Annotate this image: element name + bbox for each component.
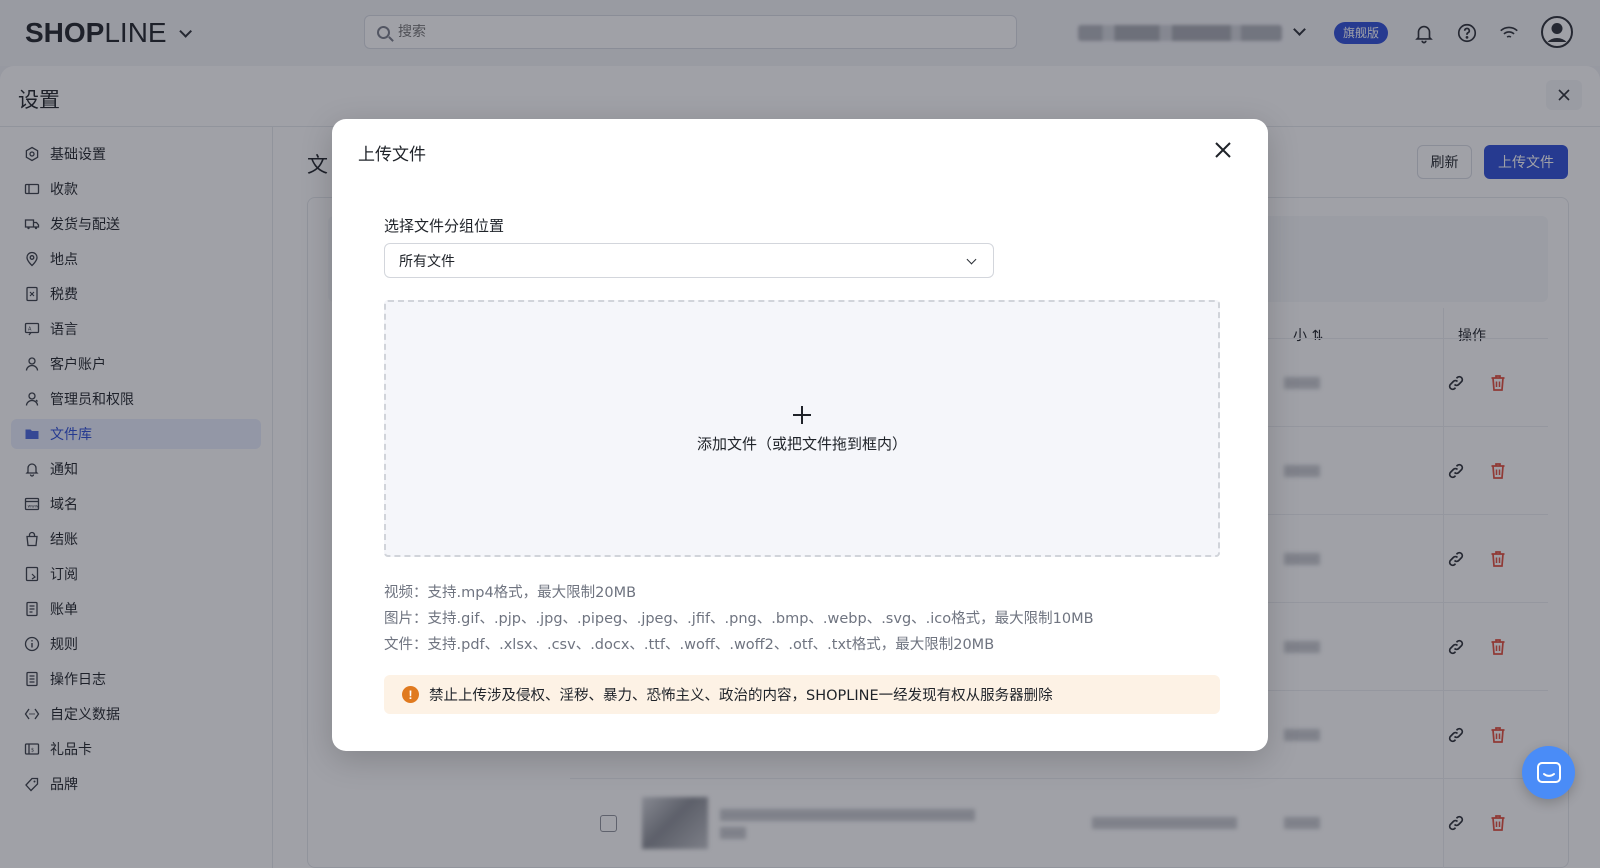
group-location-select[interactable]: 所有文件 [384, 243, 994, 278]
close-icon[interactable] [1212, 139, 1234, 161]
chat-icon [1536, 761, 1561, 783]
hint-image: 图片：支持.gif、.pjp、.jpg、.pipeg、.jpeg、.jfif、.… [384, 611, 1094, 627]
dropzone-text: 添加文件（或把文件拖到框内） [696, 435, 907, 453]
warning-text: 禁止上传涉及侵权、淫秽、暴力、恐怖主义、政治的内容，SHOPLINE一经发现有权… [429, 688, 1053, 704]
hint-document: 文件：支持.pdf、.xlsx、.csv、.docx、.ttf、.woff、.w… [384, 637, 995, 653]
plus-icon [792, 405, 812, 425]
chat-support-button[interactable] [1522, 746, 1575, 799]
chevron-down-icon [966, 254, 977, 265]
upload-file-modal: 上传文件 选择文件分组位置 所有文件 添加文件（或把文件拖到框内） 视频：支持.… [332, 119, 1268, 751]
modal-title: 上传文件 [358, 145, 426, 165]
hint-video: 视频：支持.mp4格式，最大限制20MB [384, 585, 637, 601]
content-warning: ! 禁止上传涉及侵权、淫秽、暴力、恐怖主义、政治的内容，SHOPLINE一经发现… [384, 675, 1220, 714]
group-location-label: 选择文件分组位置 [384, 217, 505, 235]
warning-icon: ! [402, 686, 419, 703]
select-value: 所有文件 [399, 253, 455, 270]
file-dropzone[interactable]: 添加文件（或把文件拖到框内） [384, 300, 1220, 557]
